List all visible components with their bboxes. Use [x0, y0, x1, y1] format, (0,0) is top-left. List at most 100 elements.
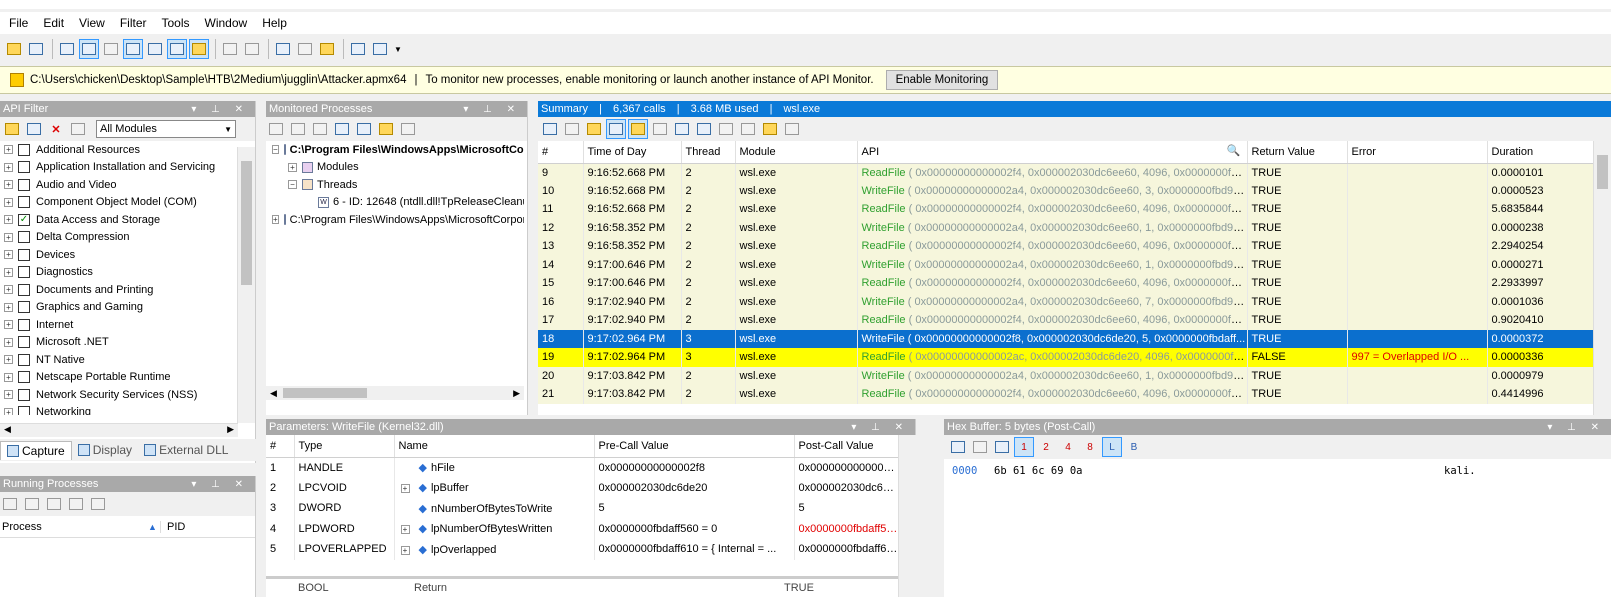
summary-column-header[interactable]: Module — [735, 141, 858, 164]
colors-icon[interactable] — [584, 119, 604, 139]
summary-column-header[interactable]: Error — [1347, 141, 1488, 164]
expand-icon[interactable]: + — [400, 484, 410, 494]
expand-icon[interactable]: + — [4, 197, 13, 207]
table-icon[interactable] — [672, 119, 692, 139]
tab-capture[interactable]: Capture — [0, 440, 72, 460]
table-row[interactable]: 14 9:17:00.646 PM 2 wsl.exe WriteFile ( 0x00… — [538, 255, 1594, 274]
table-row[interactable]: 10 9:16:52.668 PM 2 wsl.exe WriteFile ( 0x00… — [538, 181, 1594, 200]
parameter-column-header[interactable]: Name — [394, 435, 595, 458]
parameter-column-header[interactable]: Type — [294, 435, 395, 458]
highlight-icon[interactable] — [628, 119, 648, 139]
checkbox[interactable] — [18, 161, 30, 174]
checkbox[interactable] — [18, 371, 30, 384]
shield-icon[interactable] — [317, 39, 337, 59]
detach-icon[interactable] — [242, 39, 262, 59]
tools-icon[interactable] — [295, 39, 315, 59]
api-category-item[interactable]: + Graphics and Gaming — [4, 299, 255, 317]
checkbox[interactable] — [18, 318, 30, 331]
hex-content[interactable]: 0000 6b 61 6c 69 0a kali. — [944, 459, 1611, 483]
summary-column-header[interactable]: Return Value — [1247, 141, 1348, 164]
save-filter-icon[interactable] — [24, 119, 44, 139]
start-process-icon[interactable] — [22, 494, 42, 514]
checkbox[interactable] — [18, 301, 30, 314]
thread-item[interactable]: W 6 - ID: 12648 (ntdll.dll!TpReleaseClean… — [272, 194, 524, 212]
pause-icon[interactable] — [288, 119, 308, 139]
table-row[interactable]: 20 9:17:03.842 PM 2 wsl.exe WriteFile ( 0x00… — [538, 366, 1594, 385]
hex-refresh-icon[interactable] — [992, 437, 1012, 457]
parameter-row[interactable]: 1HANDLE+◆hFile0x00000000000002f80x000000… — [266, 457, 899, 478]
parameter-column-header[interactable]: # — [266, 435, 295, 458]
menu-view[interactable]: View — [70, 16, 111, 30]
checkbox[interactable] — [18, 353, 30, 366]
column-process[interactable]: Process — [0, 521, 148, 533]
byte-2-button[interactable]: 2 — [1036, 437, 1056, 457]
menu-help[interactable]: Help — [253, 16, 293, 30]
expand-icon[interactable]: + — [4, 145, 13, 155]
tab-display[interactable]: Display — [72, 441, 138, 459]
byte-4-button[interactable]: 4 — [1058, 437, 1078, 457]
table-row[interactable]: 12 9:16:58.352 PM 2 wsl.exe WriteFile ( 0x00… — [538, 218, 1594, 237]
delete-icon[interactable] — [398, 119, 418, 139]
parameter-row[interactable]: 3DWORD+◆nNumberOfBytesToWrite55 — [266, 498, 899, 519]
expand-icon[interactable]: + — [4, 320, 13, 330]
table-row[interactable]: 17 9:17:02.940 PM 2 wsl.exe ReadFile ( 0x000… — [538, 311, 1594, 330]
panel-controls-icon[interactable]: ▾ ⊥ ✕ — [191, 104, 255, 115]
expand-icon[interactable]: + — [400, 525, 410, 535]
checkbox[interactable] — [18, 266, 30, 279]
service-icon[interactable] — [88, 494, 108, 514]
summary-column-header[interactable]: # — [538, 141, 584, 164]
expand-icon[interactable]: + — [4, 407, 13, 415]
table-row[interactable]: 11 9:16:52.668 PM 2 wsl.exe ReadFile ( 0x000… — [538, 200, 1594, 219]
expand-icon[interactable]: + — [4, 180, 13, 190]
checkbox[interactable] — [18, 143, 30, 156]
checkbox[interactable] — [18, 336, 30, 349]
big-endian-button[interactable]: B — [1124, 437, 1144, 457]
table-row[interactable]: 9 9:16:52.668 PM 2 wsl.exe ReadFile ( 0x0000… — [538, 163, 1594, 182]
panel-controls-icon[interactable]: ▾ ⊥ ✕ — [851, 422, 915, 433]
kill-process-icon[interactable] — [44, 494, 64, 514]
parameter-row[interactable]: 5 LPOVERLAPPED + ◆ lpOverlapped 0x0000000fbda… — [266, 539, 899, 560]
expand-icon[interactable]: + — [400, 545, 410, 555]
columns-icon[interactable] — [650, 119, 670, 139]
attach-icon[interactable] — [220, 39, 240, 59]
column-pid[interactable]: PID — [160, 520, 185, 533]
checkbox[interactable] — [18, 231, 30, 244]
tab-external-dll[interactable]: External DLL — [138, 441, 234, 459]
find-filter-icon[interactable] — [68, 119, 88, 139]
hand-icon[interactable] — [760, 119, 780, 139]
checkbox[interactable] — [18, 283, 30, 296]
expand-icon[interactable]: + — [4, 337, 13, 347]
menu-tools[interactable]: Tools — [153, 16, 196, 30]
api-exclude-icon[interactable] — [738, 119, 758, 139]
process-folder-icon[interactable] — [376, 119, 396, 139]
panel-controls-icon[interactable]: ▾ ⊥ ✕ — [191, 479, 255, 490]
expand-icon[interactable]: + — [4, 267, 13, 277]
summary-scrollbar[interactable] — [1593, 141, 1611, 415]
expand-icon[interactable]: + — [4, 302, 13, 312]
api-filter-icon[interactable] — [716, 119, 736, 139]
clear-filter-icon[interactable]: ✕ — [46, 119, 66, 139]
expand-icon[interactable]: + — [4, 215, 13, 225]
checkbox[interactable] — [18, 406, 30, 415]
api-capture-icon[interactable] — [79, 39, 99, 59]
api-category-item[interactable]: + Audio and Video — [4, 176, 255, 194]
tree-view-icon[interactable] — [606, 119, 626, 139]
open-icon[interactable] — [4, 39, 24, 59]
view-layout-icon[interactable] — [123, 39, 143, 59]
table-row[interactable]: 13 9:16:58.352 PM 2 wsl.exe ReadFile ( 0x000… — [538, 237, 1594, 256]
find-icon[interactable] — [562, 119, 582, 139]
modules-select[interactable]: All Modules ▼ — [96, 120, 236, 138]
summary-column-header[interactable]: Time of Day — [583, 141, 682, 164]
toolbar-overflow-icon[interactable]: ▼ — [394, 45, 402, 54]
api-category-item[interactable]: + Devices — [4, 246, 255, 264]
parameter-column-header[interactable]: Pre-Call Value — [594, 435, 795, 458]
api-category-item[interactable]: + Documents and Printing — [4, 281, 255, 299]
copy-icon[interactable] — [57, 39, 77, 59]
checkbox[interactable] — [18, 248, 30, 261]
api-category-item[interactable]: + Delta Compression — [4, 229, 255, 247]
window-icon[interactable] — [145, 39, 165, 59]
checkbox[interactable]: ✓ — [18, 213, 30, 226]
api-category-item[interactable]: + Networking — [4, 404, 255, 415]
enable-monitoring-button[interactable]: Enable Monitoring — [885, 70, 999, 90]
api-category-item[interactable]: + Diagnostics — [4, 264, 255, 282]
